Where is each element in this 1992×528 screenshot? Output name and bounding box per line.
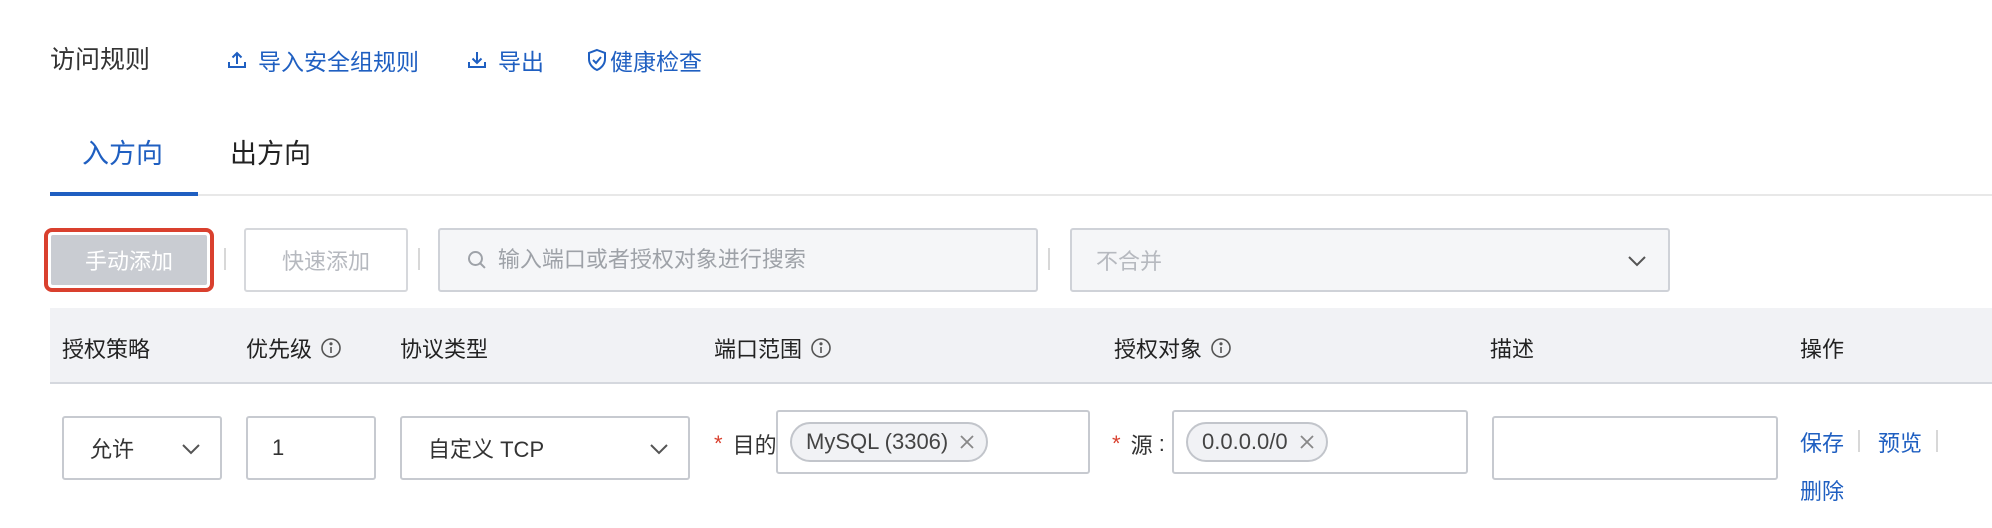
manual-add-button[interactable]: 手动添加: [44, 228, 214, 292]
quick-add-button[interactable]: 快速添加: [244, 228, 408, 292]
rules-header: 访问规则: [50, 38, 150, 78]
dest-port-field[interactable]: MySQL (3306): [776, 410, 1090, 474]
action-divider: [1936, 430, 1938, 452]
info-icon[interactable]: [1210, 337, 1232, 359]
source-field[interactable]: 0.0.0.0/0: [1172, 410, 1468, 474]
required-mark: *: [1112, 431, 1121, 456]
search-icon: [467, 251, 486, 269]
chevron-down-icon: [1628, 256, 1646, 267]
export-label: 导出: [498, 49, 544, 75]
delete-link[interactable]: 删除: [1800, 474, 1844, 506]
column-protocol: 协议类型: [400, 337, 489, 362]
health-check-link[interactable]: 健康检查: [586, 43, 702, 77]
priority-input[interactable]: [246, 416, 376, 480]
column-policy: 授权策略: [62, 337, 151, 362]
toolbar-divider: [1048, 248, 1050, 270]
column-port-range: 端口范围: [714, 332, 832, 364]
column-auth-object: 授权对象: [1114, 332, 1232, 364]
source-tag-label: 0.0.0.0/0: [1202, 429, 1288, 454]
port-tag: MySQL (3306): [790, 422, 989, 462]
column-description: 描述: [1490, 337, 1535, 362]
info-icon[interactable]: [810, 337, 832, 359]
close-icon[interactable]: [1298, 433, 1316, 451]
search-input[interactable]: [497, 247, 1036, 273]
merge-select[interactable]: 不合并: [1070, 228, 1670, 292]
tab-inbound[interactable]: 入方向: [82, 132, 163, 171]
manual-add-label: 手动添加: [51, 235, 207, 285]
source-tag: 0.0.0.0/0: [1186, 422, 1328, 462]
table-header: 授权策略 优先级 协议类型 端口范围 授权对象 描述 操作: [50, 308, 1992, 384]
required-mark: *: [714, 431, 723, 456]
save-link[interactable]: 保存: [1800, 426, 1844, 458]
download-icon: [468, 52, 486, 68]
import-rules-link[interactable]: 导入安全组规则: [226, 43, 419, 77]
protocol-value: 自定义 TCP: [428, 437, 545, 462]
close-icon[interactable]: [958, 433, 976, 451]
column-priority: 优先级: [246, 332, 342, 364]
direction-tabs: 入方向 出方向: [50, 118, 1992, 196]
health-check-label: 健康检查: [610, 49, 702, 75]
shield-check-icon: [588, 48, 606, 72]
port-tag-label: MySQL (3306): [806, 429, 949, 454]
table-row: 允许 自定义 TCP * 目的 MySQL (3306) * 源 : 0.0.0…: [0, 400, 1992, 528]
dest-label: * 目的: [714, 431, 777, 458]
search-box: [438, 228, 1038, 292]
source-label: * 源 :: [1112, 431, 1165, 458]
toolbar-divider: [418, 248, 420, 270]
page-title: 访问规则: [50, 46, 151, 74]
chevron-down-icon: [650, 444, 668, 455]
import-rules-label: 导入安全组规则: [258, 49, 419, 75]
tab-outbound[interactable]: 出方向: [230, 132, 311, 171]
upload-icon: [228, 51, 246, 68]
preview-link[interactable]: 预览: [1878, 426, 1922, 458]
merge-select-value: 不合并: [1096, 249, 1163, 274]
info-icon[interactable]: [320, 337, 342, 359]
policy-value: 允许: [90, 437, 135, 462]
active-tab-indicator: [50, 192, 198, 196]
protocol-select[interactable]: 自定义 TCP: [400, 416, 690, 480]
toolbar-divider: [224, 248, 226, 270]
export-link[interactable]: 导出: [466, 43, 544, 77]
column-actions: 操作: [1800, 337, 1845, 362]
policy-select[interactable]: 允许: [62, 416, 222, 480]
description-input[interactable]: [1492, 416, 1778, 480]
chevron-down-icon: [182, 444, 200, 455]
action-divider: [1858, 430, 1860, 452]
